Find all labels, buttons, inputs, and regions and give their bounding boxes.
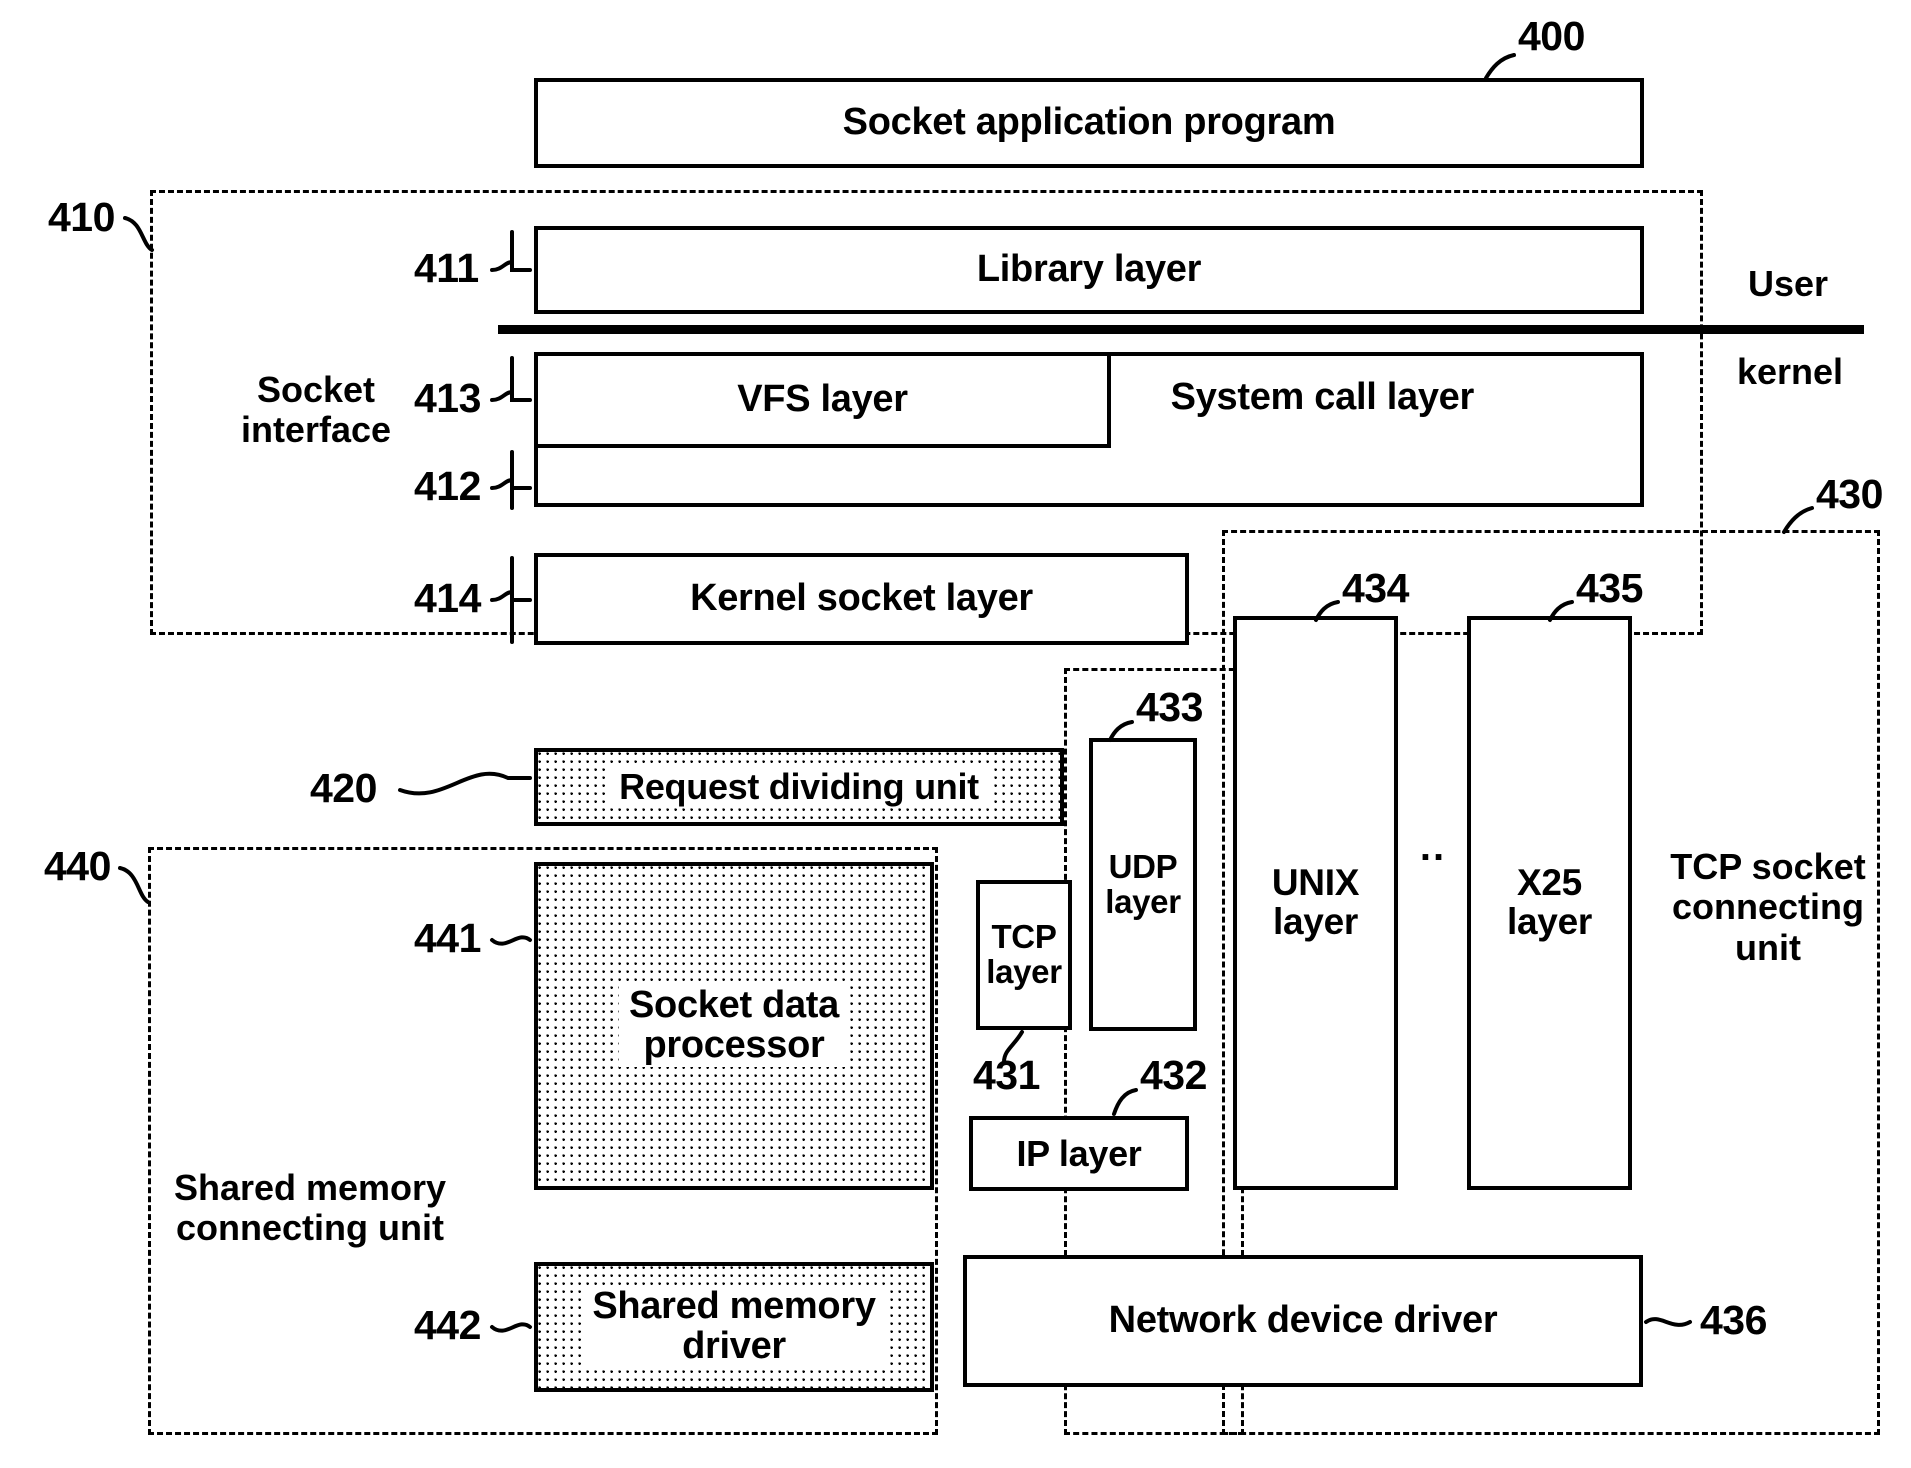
block-network-device-driver-label: Network device driver	[1108, 1299, 1498, 1342]
ref-414: 414	[414, 575, 481, 621]
ref-431: 431	[973, 1052, 1040, 1098]
ref-420: 420	[310, 765, 377, 811]
block-request-dividing-unit-label: Request dividing unit	[609, 767, 989, 807]
patent-figure: Socket application program Library layer…	[0, 0, 1911, 1468]
ref-400: 400	[1518, 13, 1585, 59]
block-vfs-layer[interactable]: VFS layer	[534, 352, 1111, 448]
ref-442: 442	[414, 1302, 481, 1348]
block-x25-layer[interactable]: X25 layer	[1467, 616, 1632, 1190]
block-socket-application-program-label: Socket application program	[842, 101, 1336, 144]
block-unix-layer-label: UNIX layer	[1271, 862, 1360, 942]
ref-413: 413	[414, 375, 481, 421]
block-udp-layer-label: UDP layer	[1105, 847, 1181, 920]
block-request-dividing-unit[interactable]: Request dividing unit	[534, 748, 1064, 826]
ref-411: 411	[414, 245, 479, 291]
group-shared-memory-connecting-unit-label: Shared memory connecting unit	[173, 1167, 447, 1249]
block-kernel-socket-layer-label: Kernel socket layer	[690, 577, 1033, 620]
block-ip-layer-label: IP layer	[1016, 1132, 1142, 1174]
ref-441: 441	[414, 915, 481, 961]
block-ip-layer[interactable]: IP layer	[969, 1116, 1189, 1191]
block-system-call-layer-label: System call layer	[1170, 376, 1475, 418]
block-shared-memory-driver[interactable]: Shared memory driver	[534, 1262, 934, 1392]
user-kernel-divider	[498, 325, 1864, 334]
block-unix-layer[interactable]: UNIX layer	[1233, 616, 1398, 1190]
block-library-layer-label: Library layer	[976, 248, 1202, 291]
ref-433: 433	[1136, 684, 1203, 730]
ref-412: 412	[414, 463, 481, 509]
layers-ellipsis: ..	[1419, 825, 1447, 869]
ref-432: 432	[1140, 1052, 1207, 1098]
block-shared-memory-driver-label: Shared memory driver	[582, 1286, 886, 1368]
ref-436: 436	[1700, 1297, 1767, 1343]
block-socket-application-program[interactable]: Socket application program	[534, 78, 1644, 168]
block-udp-layer[interactable]: UDP layer	[1089, 738, 1197, 1031]
group-tcp-socket-connecting-unit-label: TCP socket connecting unit	[1670, 846, 1866, 968]
block-socket-data-processor-label: Socket data processor	[618, 985, 849, 1067]
block-socket-data-processor[interactable]: Socket data processor	[534, 862, 934, 1190]
ref-430: 430	[1816, 471, 1883, 517]
block-kernel-socket-layer[interactable]: Kernel socket layer	[534, 553, 1189, 645]
user-label: User	[1747, 263, 1829, 304]
block-tcp-layer[interactable]: TCP layer	[976, 880, 1072, 1030]
ref-440: 440	[44, 843, 111, 889]
ref-410: 410	[48, 194, 115, 240]
block-tcp-layer-label: TCP layer	[986, 918, 1062, 990]
ref-434: 434	[1342, 565, 1409, 611]
kernel-label: kernel	[1736, 351, 1844, 392]
block-network-device-driver[interactable]: Network device driver	[963, 1255, 1643, 1387]
block-library-layer[interactable]: Library layer	[534, 226, 1644, 314]
block-vfs-layer-label: VFS layer	[737, 378, 908, 421]
block-x25-layer-label: X25 layer	[1507, 862, 1592, 942]
ref-435: 435	[1576, 565, 1643, 611]
